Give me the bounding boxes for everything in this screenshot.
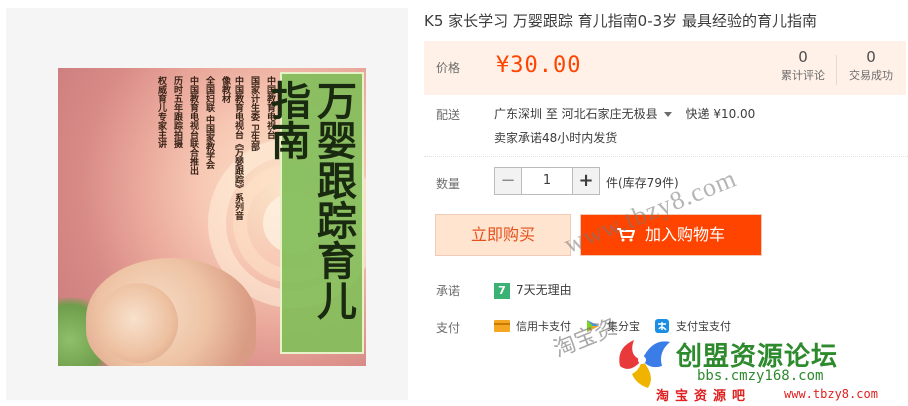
watermark-bottom-right: www.tbzy8.com [784, 387, 878, 401]
cover-credit-line: 国家计生委 卫生部 [249, 76, 259, 152]
buy-now-button[interactable]: 立即购买 [435, 214, 571, 256]
seven-day-return-icon: 7 [494, 282, 510, 299]
price-label: 价格 [436, 61, 461, 75]
quantity-label: 数量 [436, 177, 461, 191]
add-to-cart-label: 加入购物车 [644, 225, 725, 244]
shipping-destination: 河北石家庄无极县 [561, 107, 658, 121]
forum-logo-icon [619, 340, 670, 388]
cover-baby-head [98, 283, 178, 363]
quantity-increase-button[interactable]: + [573, 168, 599, 194]
shipping-label: 配送 [436, 108, 461, 122]
shipping-info: 广东深圳 至 河北石家庄无极县 快递 ¥10.00 [494, 105, 755, 122]
price-value: ¥30.00 [496, 53, 582, 78]
reviews-stat[interactable]: 0 累计评论 [772, 47, 834, 85]
shipping-promise: 卖家承诺48小时内发货 [494, 131, 618, 145]
sales-stat: 0 交易成功 [840, 47, 902, 85]
shipping-method: 快递 ¥10.00 [685, 107, 756, 121]
shipping-from: 广东深圳 至 [494, 107, 558, 121]
product-image-frame: 中国教育电视台 国家计生委 卫生部 中国教育电视台《万婴跟踪》系列音像教材 全国… [6, 8, 408, 400]
cover-title-box: 万婴跟踪育儿指南 [264, 72, 364, 354]
credit-card-icon [494, 320, 510, 332]
cover-credit-line: 中国教育电视台《万婴跟踪》系列音像教材 [220, 76, 243, 220]
promise-info[interactable]: 7 7天无理由 [494, 281, 572, 299]
quantity-stepper: − 1 + [494, 167, 600, 195]
divider [424, 156, 908, 157]
cover-credits: 中国教育电视台 国家计生委 卫生部 中国教育电视台《万婴跟踪》系列音像教材 全国… [154, 76, 276, 226]
shipping-destination-select[interactable]: 河北石家庄无极县 [562, 107, 686, 121]
cover-credit-line: 中国教育电视台联合推出 [188, 76, 198, 175]
promise-label: 承诺 [436, 284, 461, 298]
watermark-bbs: bbs.cmzy168.com [697, 368, 824, 384]
cover-title: 万婴跟踪育儿指南 [264, 80, 357, 320]
payment-method-label: 支付宝支付 [676, 320, 731, 333]
stat-divider [836, 55, 837, 85]
sales-count: 0 [866, 48, 876, 66]
payment-label: 支付 [436, 321, 461, 335]
reviews-label: 累计评论 [781, 69, 825, 82]
shipping-method-select[interactable]: 快递 ¥10.00 [686, 107, 756, 121]
promise-text: 7天无理由 [516, 283, 572, 297]
cover-credit-line: 权威育儿专家主讲 [156, 76, 166, 148]
product-title: K5 家长学习 万婴跟踪 育儿指南0-3岁 最具经验的育儿指南 [424, 12, 817, 30]
price-panel: 价格 ¥30.00 0 累计评论 0 交易成功 [424, 41, 906, 95]
watermark-bottom-left: 淘宝资源吧 [656, 389, 752, 404]
sales-label: 交易成功 [849, 69, 893, 82]
quantity-decrease-button[interactable]: − [495, 168, 521, 194]
cover-credit-line: 全国妇联 中国家教学会 [204, 76, 214, 170]
quantity-input[interactable]: 1 [521, 168, 573, 194]
reviews-count: 0 [798, 48, 808, 66]
chevron-down-icon [663, 111, 672, 117]
cover-credit-line: 历时五年跟踪拍摄 [172, 76, 182, 148]
product-cover-image[interactable]: 中国教育电视台 国家计生委 卫生部 中国教育电视台《万婴跟踪》系列音像教材 全国… [58, 68, 366, 366]
